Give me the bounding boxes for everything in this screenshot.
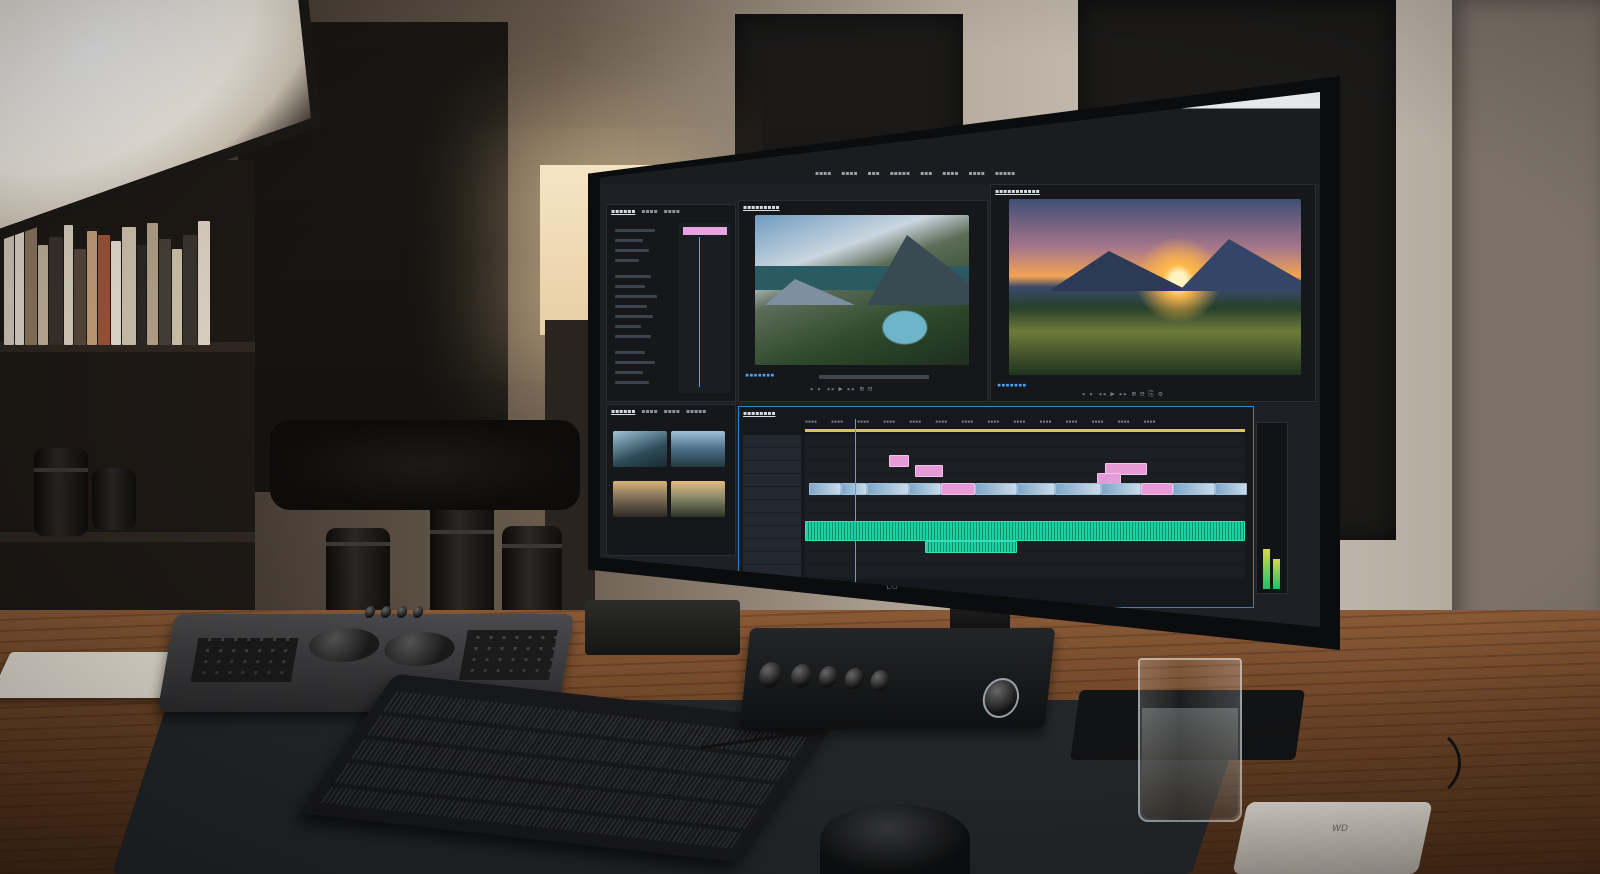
camera-lens — [34, 448, 88, 536]
source-scrubber[interactable] — [819, 375, 929, 379]
timeline-clip[interactable] — [1173, 483, 1215, 495]
gain-knob[interactable] — [757, 662, 783, 688]
media-thumbnail[interactable] — [671, 481, 725, 517]
effect-controls-strip — [679, 223, 731, 393]
project-panel: ▪▪▪▪▪▪ ▪▪▪▪ ▪▪▪▪ — [606, 204, 736, 402]
timeline-clip[interactable] — [941, 483, 975, 495]
media-thumbnail[interactable] — [613, 481, 667, 517]
gain-knob[interactable] — [843, 668, 865, 690]
timeline-clip[interactable] — [1055, 483, 1101, 495]
timeline-clip[interactable] — [867, 483, 909, 495]
source-monitor: ▪▪▪▪▪▪▪▪▪ ▪▪▪▪▪▪▪ ◂ ▸ ◂◂ ▶ ▸▸ ⊞ ⊟ — [738, 200, 988, 402]
audio-clip[interactable] — [805, 521, 1245, 541]
timeline-playhead[interactable] — [855, 419, 856, 583]
water-glass — [1138, 658, 1242, 822]
source-viewer-image — [755, 215, 969, 365]
mouse[interactable] — [820, 804, 970, 874]
gain-knob[interactable] — [789, 664, 813, 688]
gain-knob[interactable] — [869, 670, 890, 692]
volume-knob[interactable] — [980, 678, 1021, 718]
timeline-clip[interactable] — [975, 483, 1017, 495]
audio-meter — [1256, 422, 1288, 594]
timeline-clip[interactable] — [1215, 483, 1247, 495]
timeline-ruler[interactable]: ▪▪▪▪ ▪▪▪▪ ▪▪▪▪ ▪▪▪▪ ▪▪▪▪ ▪▪▪▪ ▪▪▪▪ ▪▪▪▪ ▪▪▪▪ ▪▪▪▪… — [805, 419, 1245, 429]
media-bin-panel: ▪▪▪▪▪▪ ▪▪▪▪ ▪▪▪▪ ▪▪▪▪▪ — [606, 404, 736, 556]
program-viewer-image — [1009, 199, 1301, 375]
program-timecode: ▪▪▪▪▪▪▪ — [997, 381, 1027, 389]
camera-lens — [326, 528, 390, 620]
acoustic-panel-right — [1452, 0, 1600, 700]
portable-ssd: WD — [1232, 802, 1433, 874]
trackball[interactable] — [381, 632, 458, 666]
control-knob[interactable] — [379, 606, 393, 618]
cable — [1375, 725, 1461, 801]
control-knob[interactable] — [411, 606, 425, 618]
control-knob[interactable] — [395, 606, 409, 618]
timeline-panel: ▪▪▪▪▪▪▪▪ ▪▪▪▪ ▪▪▪▪ ▪▪▪▪ ▪▪▪▪ ▪▪▪▪ ▪▪▪▪ ▪▪▪▪ ▪▪▪… — [738, 406, 1254, 608]
timeline-clip[interactable] — [889, 455, 909, 467]
source-timecode: ▪▪▪▪▪▪▪ — [745, 371, 775, 379]
book-row — [0, 210, 215, 345]
control-knob[interactable] — [363, 606, 377, 618]
desktop-device — [585, 600, 740, 655]
trackball[interactable] — [306, 628, 383, 662]
timeline-clip[interactable] — [1017, 483, 1055, 495]
program-transport-controls[interactable]: ◂ ▸ ◂◂ ▶ ▸▸ ⊞ ⊟ ⎘ ⚙ — [1081, 390, 1162, 399]
timeline-clip[interactable] — [909, 483, 941, 495]
control-keys — [459, 630, 558, 680]
gain-knob[interactable] — [817, 666, 839, 688]
monitor-screen: ▪▪▪▪ ▪▪▪▪ ▪▪▪ ▪▪▪▪▪ ▪▪▪ ▪▪▪▪ ▪▪▪▪ ▪▪▪▪▪ ▪▪▪▪▪▪ ▪… — [600, 92, 1320, 627]
media-thumbnail[interactable] — [671, 431, 725, 467]
camera-lens — [502, 526, 562, 622]
media-thumbnail[interactable] — [613, 431, 667, 467]
program-monitor: ▪▪▪▪▪▪▪▪▪▪▪ ▪▪▪▪▪▪▪ ◂ ▸ ◂◂ ▶ ▸▸ ⊞ ⊟ ⎘ ⚙ — [990, 184, 1316, 402]
source-transport-controls[interactable]: ◂ ▸ ◂◂ ▶ ▸▸ ⊞ ⊟ — [809, 385, 872, 393]
timeline-clip[interactable] — [1101, 483, 1141, 495]
audio-clip[interactable] — [925, 541, 1017, 553]
timeline-clip[interactable] — [809, 483, 841, 495]
app-workspace-tabs: ▪▪▪▪ ▪▪▪▪ ▪▪▪ ▪▪▪▪▪ ▪▪▪ ▪▪▪▪ ▪▪▪▪ ▪▪▪▪▪ — [815, 170, 1016, 177]
timeline-tracks[interactable] — [805, 435, 1247, 579]
project-list — [607, 219, 677, 399]
control-keys — [190, 638, 299, 682]
camera-body — [270, 420, 580, 510]
audio-interface — [739, 628, 1056, 728]
ssd-label: WD — [1330, 824, 1349, 834]
track-headers[interactable] — [743, 435, 801, 579]
camera-lens — [92, 468, 136, 530]
timeline-clip[interactable] — [915, 465, 943, 477]
timeline-clip[interactable] — [841, 483, 867, 495]
timeline-work-area[interactable] — [805, 429, 1245, 432]
timeline-clip[interactable] — [1141, 483, 1173, 495]
